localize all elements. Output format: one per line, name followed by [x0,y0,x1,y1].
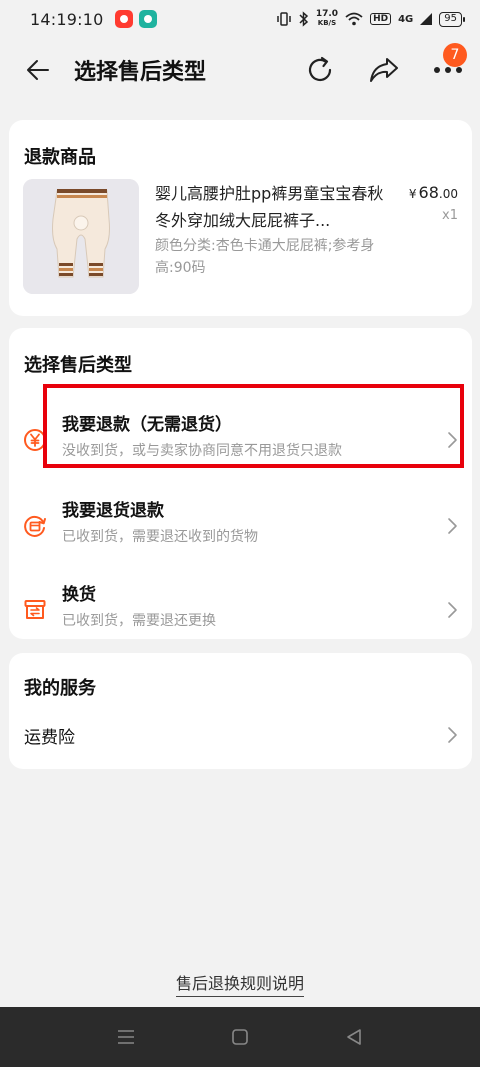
aftersale-type-title: 选择售后类型 [24,355,132,376]
option-return-refund[interactable]: 我要退货退款 已收到货，需要退还收到的货物 [9,490,472,570]
my-services-title: 我的服务 [24,678,96,699]
option-title: 我要退款（无需退货） [62,415,232,435]
back-button[interactable] [18,50,58,90]
page-header: 选择售后类型 [0,38,480,102]
hd-indicator: HD [370,13,392,25]
option-description: 没收到货，或与卖家协商同意不用退货只退款 [62,443,342,459]
home-icon[interactable] [228,1025,252,1049]
my-services-card: 我的服务 运费险 [9,653,472,769]
share-button[interactable] [362,48,406,92]
product-thumbnail[interactable] [23,179,139,294]
back-triangle-icon[interactable] [342,1025,366,1049]
refund-goods-card: 退款商品 婴儿高腰护肚pp裤男童宝宝春秋冬外穿加绒大屁屁裤子... 颜色分类:杏… [9,120,472,316]
notification-app-icon [115,10,134,28]
status-time: 14:19:10 [30,9,104,29]
bluetooth-icon [299,11,308,27]
more-dots-icon [434,67,462,73]
service-item-shipping-insurance[interactable]: 运费险 [9,715,472,757]
refund-goods-title: 退款商品 [24,147,96,168]
price-integer: 68 [418,183,439,202]
signal-bars-icon [420,13,433,25]
chevron-right-icon [448,432,457,448]
system-nav-bar [0,1007,480,1067]
aftersale-rules-link[interactable]: 售后退换规则说明 [0,970,480,997]
baby-pants-image [23,179,139,294]
option-description: 已收到货，需要退还收到的货物 [62,529,258,545]
product-spec: 颜色分类:杏色卡通大屁屁裤;参考身高:90码 [155,238,375,276]
chevron-right-icon [448,518,457,534]
option-title: 我要退货退款 [62,501,164,521]
option-title: 换货 [62,585,96,605]
option-description: 已收到货，需要退还更换 [62,613,216,629]
rules-link-text[interactable]: 售后退换规则说明 [175,974,304,997]
price-symbol: ¥ [408,187,417,201]
product-name[interactable]: 婴儿高腰护肚pp裤男童宝宝春秋冬外穿加绒大屁屁裤子... [155,180,395,234]
signal-indicator: 4G [398,13,414,25]
status-bar: 14:19:10 17.0 KB/S HD 4G 95 [0,0,480,38]
status-indicators: 17.0 KB/S HD 4G 95 [276,9,465,28]
return-box-icon [24,515,46,537]
battery-indicator: 95 [439,11,465,27]
refresh-icon [308,56,332,82]
arrow-left-icon [27,60,49,80]
exchange-box-icon [24,600,46,619]
price-decimal: .00 [438,187,458,201]
aftersale-type-card: 选择售后类型 我要退款（无需退货） 没收到货，或与卖家协商同意不用退货只退款 我… [9,328,472,639]
option-exchange[interactable]: 换货 已收到货，需要退还更换 [9,574,472,654]
page-title: 选择售后类型 [74,60,207,85]
service-label: 运费险 [24,728,75,748]
notification-badge: 7 [443,43,467,67]
option-refund-only[interactable]: 我要退款（无需退货） 没收到货，或与卖家协商同意不用退货只退款 [9,404,472,484]
wifi-icon [345,12,363,26]
chevron-right-icon [448,602,457,618]
chevron-right-icon [448,727,457,743]
refresh-button[interactable] [298,48,342,92]
vibrate-icon [277,12,291,26]
menu-icon[interactable] [114,1025,138,1049]
product-quantity: x1 [442,208,458,223]
share-icon [370,58,398,82]
product-price: ¥68.00 [409,183,458,202]
net-speed: 17.0 KB/S [315,9,339,28]
yen-circle-icon [24,429,46,451]
notification-app-icon [139,10,158,28]
